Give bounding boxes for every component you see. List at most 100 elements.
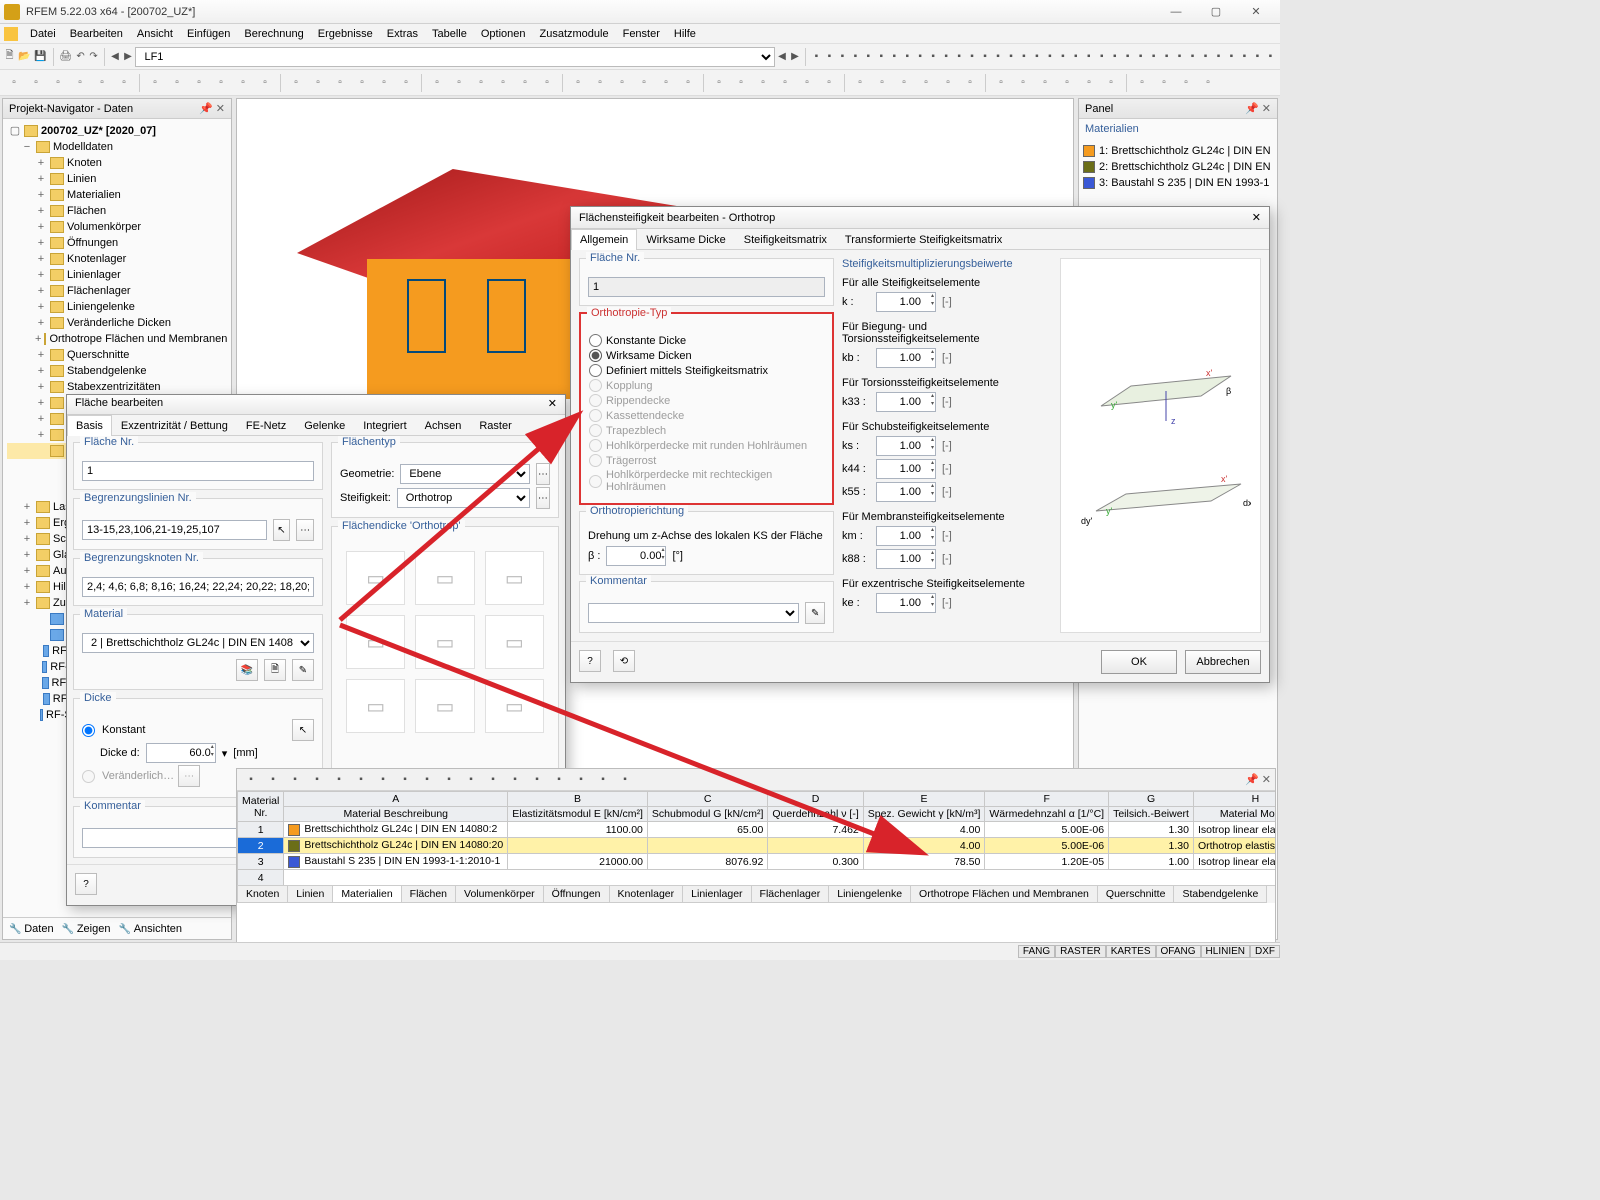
- toolbar-button[interactable]: ▫: [308, 73, 328, 93]
- ortho-thumb[interactable]: ▭: [485, 679, 544, 733]
- toolbar-button[interactable]: ▫: [1101, 73, 1121, 93]
- toolbar-button[interactable]: ▫: [352, 73, 372, 93]
- table-toolbar-button[interactable]: ▪: [527, 770, 547, 790]
- ortho-thumb[interactable]: ▭: [485, 551, 544, 605]
- tree-item[interactable]: +Knotenlager: [7, 251, 227, 267]
- toolbar-button[interactable]: ▫: [1079, 73, 1099, 93]
- tree-item[interactable]: +Veränderliche Dicken: [7, 315, 227, 331]
- material-new-icon[interactable]: 🗎: [264, 659, 286, 681]
- table-toolbar-button[interactable]: ▪: [285, 770, 305, 790]
- panel-close-icon[interactable]: 📌 ✕: [1245, 102, 1271, 115]
- table-toolbar-button[interactable]: ▪: [417, 770, 437, 790]
- menu-item[interactable]: Berechnung: [238, 26, 309, 42]
- toolbar-button[interactable]: ▪: [1122, 47, 1133, 67]
- toolbar-button[interactable]: ▫: [938, 73, 958, 93]
- ortho-thumb[interactable]: ▭: [415, 551, 474, 605]
- toolbar-button[interactable]: ▫: [92, 73, 112, 93]
- tree-item[interactable]: +Liniengelenke: [7, 299, 227, 315]
- material-select[interactable]: 2 | Brettschichtholz GL24c | DIN EN 1408…: [82, 633, 314, 653]
- dialog-tab[interactable]: Achsen: [416, 415, 471, 436]
- ortho-type-radio[interactable]: Konstante Dicke: [589, 334, 824, 347]
- toolbar-button[interactable]: ▪: [1006, 47, 1017, 67]
- toolbar-button[interactable]: ▫: [590, 73, 610, 93]
- status-segment[interactable]: RASTER: [1055, 945, 1106, 958]
- tree-item[interactable]: +Linienlager: [7, 267, 227, 283]
- boundary-nodes-input[interactable]: [82, 577, 314, 597]
- toolbar-button[interactable]: ▪: [811, 47, 822, 67]
- table-row[interactable]: 1Brettschichtholz GL24c | DIN EN 14080:2…: [238, 822, 1276, 838]
- menu-item[interactable]: Ansicht: [131, 26, 179, 42]
- toolbar-button[interactable]: ▫: [1057, 73, 1077, 93]
- toolbar-button[interactable]: ▫: [916, 73, 936, 93]
- toolbar-button[interactable]: ▪: [1161, 47, 1172, 67]
- dialog-close-icon[interactable]: ✕: [548, 397, 557, 412]
- toolbar-button[interactable]: ▪: [1044, 47, 1055, 67]
- toolbar-button[interactable]: ▪: [1096, 47, 1107, 67]
- table-sheet-tab[interactable]: Stabendgelenke: [1173, 886, 1267, 903]
- dialog-tab[interactable]: Raster: [470, 415, 520, 436]
- toolbar-button[interactable]: ▫: [612, 73, 632, 93]
- menu-item[interactable]: Datei: [24, 26, 62, 42]
- dialog-tab[interactable]: Wirksame Dicke: [637, 229, 734, 250]
- toolbar-button[interactable]: ▪: [850, 47, 861, 67]
- toolbar-button[interactable]: ▫: [449, 73, 469, 93]
- toolbar-button[interactable]: ▪: [1239, 47, 1250, 67]
- ok-button[interactable]: OK: [1101, 650, 1177, 674]
- toolbar-button[interactable]: ▪: [1265, 47, 1276, 67]
- toolbar-button[interactable]: ▫: [396, 73, 416, 93]
- toolbar-button[interactable]: ▪: [941, 47, 952, 67]
- menu-item[interactable]: Ergebnisse: [312, 26, 379, 42]
- table-row[interactable]: 4: [238, 870, 1276, 886]
- nav-tab-zeigen[interactable]: Zeigen: [62, 923, 111, 935]
- arrow-right-icon[interactable]: ▶: [790, 47, 801, 67]
- table-toolbar-button[interactable]: ▪: [593, 770, 613, 790]
- toolbar-button[interactable]: ▫: [1154, 73, 1174, 93]
- menu-item[interactable]: Bearbeiten: [64, 26, 129, 42]
- toolbar-button[interactable]: ▪: [967, 47, 978, 67]
- geometry-edit-icon[interactable]: ⋯: [536, 463, 550, 485]
- toolbar-button[interactable]: ▫: [167, 73, 187, 93]
- menu-item[interactable]: Zusatzmodule: [534, 26, 615, 42]
- ortho-thumb[interactable]: ▭: [346, 615, 405, 669]
- toolbar-button[interactable]: ▪: [1226, 47, 1237, 67]
- ortho-type-radio[interactable]: Wirksame Dicken: [589, 349, 824, 362]
- toolbar-button[interactable]: ▫: [1198, 73, 1218, 93]
- cancel-button[interactable]: Abbrechen: [1185, 650, 1261, 674]
- table-toolbar-button[interactable]: ▪: [483, 770, 503, 790]
- table-toolbar-button[interactable]: ▪: [351, 770, 371, 790]
- toolbar-button[interactable]: ▪: [876, 47, 887, 67]
- toolbar-button[interactable]: ▫: [286, 73, 306, 93]
- toolbar-button[interactable]: ▫: [819, 73, 839, 93]
- toolbar-button[interactable]: ▫: [26, 73, 46, 93]
- status-segment[interactable]: HLINIEN: [1201, 945, 1250, 958]
- dialog-tab[interactable]: Basis: [67, 415, 112, 436]
- ortho-thumb[interactable]: ▭: [485, 615, 544, 669]
- arrow-left-icon[interactable]: ◀: [777, 47, 788, 67]
- menu-item[interactable]: Optionen: [475, 26, 532, 42]
- thickness-pick-icon[interactable]: ↖: [292, 719, 314, 741]
- toolbar-button[interactable]: ▫: [211, 73, 231, 93]
- toolbar-button[interactable]: ▫: [709, 73, 729, 93]
- k44-input[interactable]: [876, 459, 936, 479]
- help-icon[interactable]: ?: [75, 873, 97, 895]
- table-sheet-tab[interactable]: Knoten: [237, 886, 288, 903]
- panel-close-icon[interactable]: 📌 ✕: [1245, 773, 1271, 786]
- materials-table[interactable]: MaterialNr.ABCDEFGHKoMaterial Beschreibu…: [237, 791, 1275, 885]
- toolbar-button[interactable]: ▪: [824, 47, 835, 67]
- toolbar-button[interactable]: ▪: [902, 47, 913, 67]
- toolbar-button[interactable]: ▪: [1135, 47, 1146, 67]
- nav-tab-ansichten[interactable]: Ansichten: [118, 923, 182, 935]
- maximize-button[interactable]: ▢: [1196, 1, 1236, 23]
- toolbar-button[interactable]: ▪: [1031, 47, 1042, 67]
- ortho-thumb[interactable]: ▭: [415, 615, 474, 669]
- ortho-thumb[interactable]: ▭: [415, 679, 474, 733]
- stiffness-select[interactable]: Orthotrop: [397, 488, 530, 508]
- material-legend-item[interactable]: 1: Brettschichtholz GL24c | DIN EN: [1083, 143, 1273, 159]
- pick-icon[interactable]: ↖: [273, 519, 291, 541]
- toolbar-button[interactable]: ▫: [1132, 73, 1152, 93]
- dialog-close-icon[interactable]: ✕: [1252, 211, 1261, 224]
- minimize-button[interactable]: —: [1156, 1, 1196, 23]
- menu-item[interactable]: Extras: [381, 26, 424, 42]
- tree-item[interactable]: +Querschnitte: [7, 347, 227, 363]
- table-row[interactable]: 3Baustahl S 235 | DIN EN 1993-1-1:2010-1…: [238, 854, 1276, 870]
